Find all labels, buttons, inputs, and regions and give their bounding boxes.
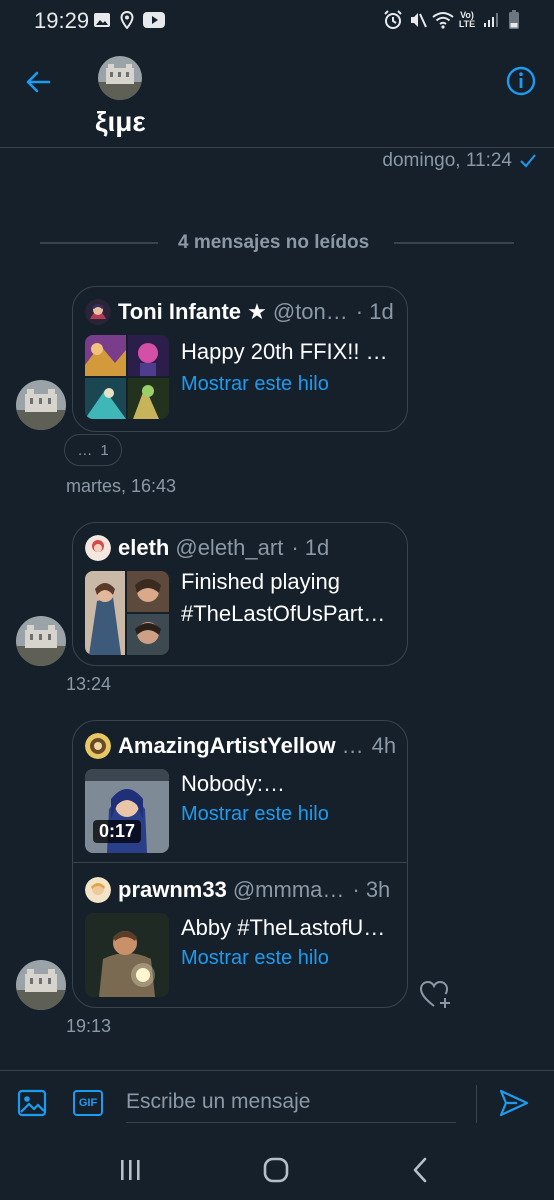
add-image-button[interactable]	[14, 1085, 50, 1121]
volte-icon: Vo) LTE	[456, 10, 478, 30]
message-timestamp: martes, 16:43	[66, 476, 177, 496]
message-timestamp: 13:24	[66, 674, 112, 694]
tweet-header: Toni Infante ★ @ton… · 1d	[85, 297, 394, 327]
send-icon	[499, 1089, 529, 1117]
tweet-age: · 1d	[355, 299, 394, 324]
arrow-left-icon	[26, 71, 51, 93]
info-button[interactable]	[504, 64, 538, 98]
status-time: 19:29	[34, 8, 90, 33]
battery-icon	[506, 10, 522, 30]
show-thread-link[interactable]: Mostrar este hilo	[181, 947, 329, 970]
system-navigation-bar	[0, 1136, 554, 1200]
sent-status: domingo, 11:24	[382, 150, 536, 172]
tweet-age: · 3h	[352, 877, 391, 902]
tweet-author-name: Toni Infante ★	[118, 299, 267, 324]
message-timestamp: 19:13	[66, 1016, 112, 1036]
show-thread-link[interactable]: Mostrar este hilo	[181, 373, 329, 396]
message-input[interactable]	[126, 1081, 456, 1123]
tweet-author-handle: @mmma…	[232, 877, 345, 902]
tweet-media-thumbnail[interactable]	[85, 571, 169, 655]
alarm-icon	[382, 10, 404, 30]
sender-avatar[interactable]	[16, 960, 66, 1010]
sender-avatar[interactable]	[16, 616, 66, 666]
sender-avatar[interactable]	[16, 380, 66, 430]
show-thread-link[interactable]: Mostrar este hilo	[181, 803, 329, 826]
gallery-icon	[92, 10, 112, 30]
home-button[interactable]	[256, 1154, 296, 1186]
back-button[interactable]	[20, 64, 56, 100]
tweet-text: Abby #TheLastofU…	[181, 915, 386, 940]
message-composer: GIF	[0, 1070, 554, 1136]
signal-icon	[482, 10, 500, 30]
message-bubble[interactable]: Toni Infante ★ @ton… · 1d Happy 20th FFI…	[72, 286, 408, 432]
contact-name[interactable]: ξιμε	[95, 106, 146, 138]
gif-label: GIF	[73, 1090, 103, 1116]
tweet-author-name: eleth	[118, 535, 170, 560]
tweet-text-line2: #TheLastOfUsPart…	[181, 601, 386, 626]
tweet-author-avatar	[85, 299, 111, 325]
tweet-author-avatar	[85, 535, 111, 561]
home-icon	[263, 1157, 289, 1183]
shared-tweet-card[interactable]: prawnm33 @mmma… · 3h Abby #TheLastofU… M…	[73, 865, 407, 1007]
message-bubble[interactable]: eleth @eleth_art · 1d Finished playing #…	[72, 522, 408, 666]
tweet-header: eleth @eleth_art · 1d	[85, 533, 329, 563]
status-bar: 19:29 Vo) LTE	[0, 0, 554, 44]
add-reaction-button[interactable]	[418, 978, 454, 1010]
divider-line-left	[40, 242, 158, 244]
recent-apps-icon	[121, 1160, 140, 1180]
message-bubble[interactable]: AmazingArtistYellow … 4h 0:17 Nobody:… M…	[72, 720, 408, 1008]
image-icon	[17, 1089, 47, 1117]
unread-divider-label: 4 mensajes no leídos	[178, 232, 370, 253]
tweet-author-handle: @ton…	[272, 299, 348, 324]
tweet-age: 4h	[371, 733, 397, 758]
tweet-age: · 1d	[291, 535, 330, 560]
wifi-icon	[432, 10, 454, 30]
tweet-author-avatar	[85, 877, 111, 903]
reaction-badge[interactable]: … 1	[64, 434, 122, 466]
checkmark-icon	[520, 154, 536, 168]
info-icon	[506, 66, 536, 96]
back-icon	[413, 1157, 427, 1183]
tweet-header: prawnm33 @mmma… · 3h	[85, 875, 390, 905]
reaction-count: 1	[100, 441, 109, 459]
tweet-author-avatar	[85, 733, 111, 759]
tweet-header: AmazingArtistYellow … 4h	[85, 731, 396, 761]
gif-button[interactable]: GIF	[70, 1085, 106, 1121]
nav-back-button[interactable]	[400, 1154, 440, 1186]
tweet-media-thumbnail[interactable]	[85, 913, 169, 997]
tweet-media-thumbnail[interactable]	[85, 335, 169, 419]
tweet-text: Happy 20th FFIX!! …	[181, 339, 388, 364]
volte-bottom-label: LTE	[458, 19, 476, 29]
location-pin-icon	[118, 10, 136, 30]
mute-icon	[408, 10, 428, 30]
tweet-text: Nobody:…	[181, 771, 285, 796]
shared-tweet-card[interactable]: eleth @eleth_art · 1d Finished playing #…	[73, 523, 407, 665]
shared-tweet-card[interactable]: AmazingArtistYellow … 4h 0:17 Nobody:… M…	[73, 721, 407, 863]
heart-plus-icon	[419, 980, 450, 1008]
tweet-video-thumbnail[interactable]: 0:17	[85, 769, 169, 853]
tweet-author-name: AmazingArtistYellow	[118, 733, 336, 758]
tweet-author-handle: @eleth_art	[175, 535, 284, 560]
divider-line-right	[394, 242, 514, 244]
reaction-glyph: …	[77, 441, 93, 459]
tweet-text-line1: Finished playing	[181, 569, 340, 594]
recent-apps-button[interactable]	[110, 1154, 150, 1186]
conversation-header: ξιμε	[0, 44, 554, 148]
youtube-icon	[142, 10, 166, 30]
send-button[interactable]	[496, 1085, 532, 1121]
contact-avatar[interactable]	[98, 56, 142, 100]
sent-time: domingo, 11:24	[382, 150, 512, 171]
shared-tweet-card[interactable]: Toni Infante ★ @ton… · 1d Happy 20th FFI…	[73, 287, 407, 431]
composer-separator	[476, 1085, 477, 1123]
video-duration-badge: 0:17	[93, 820, 142, 843]
tweet-author-name: prawnm33	[118, 877, 227, 902]
tweet-author-handle: …	[341, 733, 364, 758]
